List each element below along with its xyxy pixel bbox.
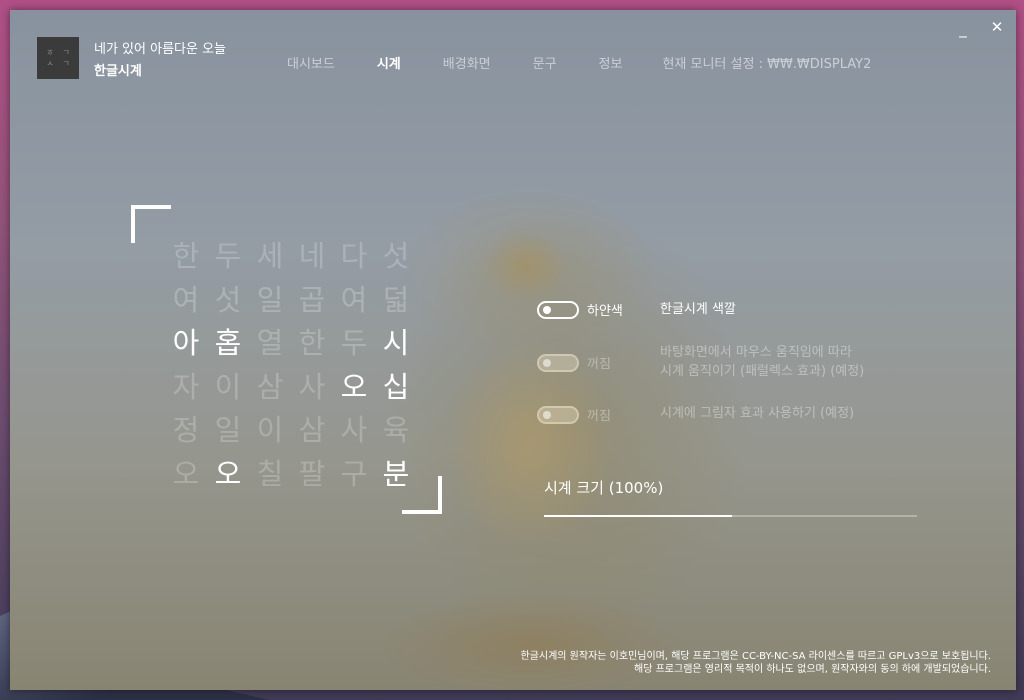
- clock-character: 일: [256, 282, 284, 317]
- parallax-toggle-label: 꺼짐: [587, 357, 611, 372]
- logo-glyph: ㅅ: [46, 59, 54, 68]
- app-window: ㅎ ㄱ ㅅ ㄱ 네가 있어 아름다운 오늘 한글시계 대시보드 시계 배경화면 …: [10, 10, 1016, 690]
- app-subtitle: 네가 있어 아름다운 오늘: [94, 42, 226, 57]
- footer-line2: 해당 프로그램은 영리적 목적이 하나도 없으며, 원작자와의 동의 하에 개발…: [634, 664, 991, 675]
- clock-size-slider-fill: [544, 515, 733, 517]
- white-color-description: 한글시계 색깔: [660, 302, 736, 317]
- tab-info[interactable]: 정보: [599, 53, 623, 72]
- clock-character: 다: [340, 239, 368, 273]
- parallax-description-line2: 시계 움직이기 (패럴렉스 효과) (예정): [660, 364, 865, 379]
- toggle-knob: [543, 305, 551, 314]
- main-nav: 대시보드 시계 배경화면 문구 정보 현재 모니터 설정 : ₩₩.₩DISPL…: [287, 53, 871, 72]
- clock-character: 삼: [298, 413, 326, 447]
- clock-character: 덟: [382, 282, 410, 317]
- clock-character: 삼: [256, 369, 284, 404]
- logo-glyph: ㅎ: [46, 48, 54, 57]
- clock-character: 열: [256, 326, 284, 360]
- clock-character: 자: [172, 369, 200, 404]
- parallax-description: 바탕화면에서 마우스 움직임에 따라 시계 움직이기 (패럴렉스 효과) (예정…: [660, 343, 864, 381]
- logo-glyph: ㄱ: [62, 59, 70, 68]
- toggle-knob: [543, 358, 551, 367]
- close-button[interactable]: ✕: [988, 18, 1006, 36]
- tab-wallpaper[interactable]: 배경화면: [443, 53, 491, 72]
- toggle-knob: [543, 410, 551, 419]
- tab-clock[interactable]: 시계: [377, 53, 401, 72]
- clock-character: 네: [298, 239, 326, 273]
- footer-notice: 한글시계의 원작자는 이호민님이며, 해당 프로그램은 CC-BY-NC-SA …: [520, 650, 991, 676]
- clock-character: 이: [256, 413, 284, 447]
- clock-character: 섯: [382, 239, 410, 273]
- clock-character: 구: [340, 456, 368, 491]
- window-overlay: [10, 10, 1016, 690]
- parallax-toggle[interactable]: [537, 353, 579, 372]
- clock-character: 여: [172, 282, 200, 317]
- white-color-toggle[interactable]: [537, 300, 579, 319]
- footer-line1: 한글시계의 원작자는 이호민님이며, 해당 프로그램은 CC-BY-NC-SA …: [520, 651, 991, 662]
- minimize-button[interactable]: _: [954, 20, 972, 38]
- app-title: 한글시계: [94, 64, 142, 79]
- clock-character: 한: [298, 326, 326, 360]
- clock-character: 두: [340, 326, 368, 360]
- clock-character: 아: [172, 326, 200, 360]
- clock-character: 이: [214, 369, 242, 404]
- clock-character: 오: [340, 369, 368, 404]
- shadow-setting: 꺼짐: [537, 405, 647, 424]
- clock-character: 오: [214, 456, 242, 491]
- logo-glyph: ㄱ: [62, 48, 70, 57]
- clock-character: 사: [298, 369, 326, 404]
- shadow-toggle[interactable]: [537, 405, 579, 424]
- clock-size-label: 시계 크기 (100%): [544, 479, 664, 497]
- parallax-description-line1: 바탕화면에서 마우스 움직임에 따라: [660, 345, 852, 360]
- white-color-toggle-label: 하얀색: [587, 304, 623, 319]
- shadow-description: 시계에 그림자 효과 사용하기 (예정): [660, 406, 855, 421]
- clock-character: 사: [340, 413, 368, 447]
- shadow-toggle-label: 꺼짐: [587, 409, 611, 424]
- clock-character: 여: [340, 282, 368, 317]
- clock-character: 육: [382, 413, 410, 447]
- clock-character: 세: [256, 239, 284, 273]
- clock-character: 홉: [214, 326, 242, 360]
- white-color-setting: 하얀색: [537, 300, 647, 319]
- monitor-setting-link[interactable]: 현재 모니터 설정 : ₩₩.₩DISPLAY2: [662, 53, 871, 72]
- clock-character: 정: [172, 413, 200, 447]
- tab-phrases[interactable]: 문구: [533, 53, 557, 72]
- tab-dashboard[interactable]: 대시보드: [287, 53, 335, 72]
- clock-character: 팔: [298, 456, 326, 491]
- clock-character: 십: [382, 369, 410, 404]
- clock-character: 두: [214, 239, 242, 273]
- hangul-clock-grid: 한두세네다섯여섯일곱여덟아홉열한두시자이삼사오십정일이삼사육오오칠팔구분: [165, 235, 417, 496]
- clock-size-slider[interactable]: [544, 515, 917, 517]
- clock-character: 곱: [298, 282, 326, 317]
- clock-character: 섯: [214, 282, 242, 317]
- parallax-setting: 꺼짐: [537, 353, 647, 372]
- clock-character: 칠: [256, 456, 284, 491]
- clock-character: 분: [382, 456, 410, 491]
- app-logo: ㅎ ㄱ ㅅ ㄱ: [37, 37, 79, 79]
- clock-character: 오: [172, 456, 200, 491]
- clock-character: 일: [214, 413, 242, 447]
- clock-character: 시: [382, 326, 410, 360]
- clock-character: 한: [172, 239, 200, 273]
